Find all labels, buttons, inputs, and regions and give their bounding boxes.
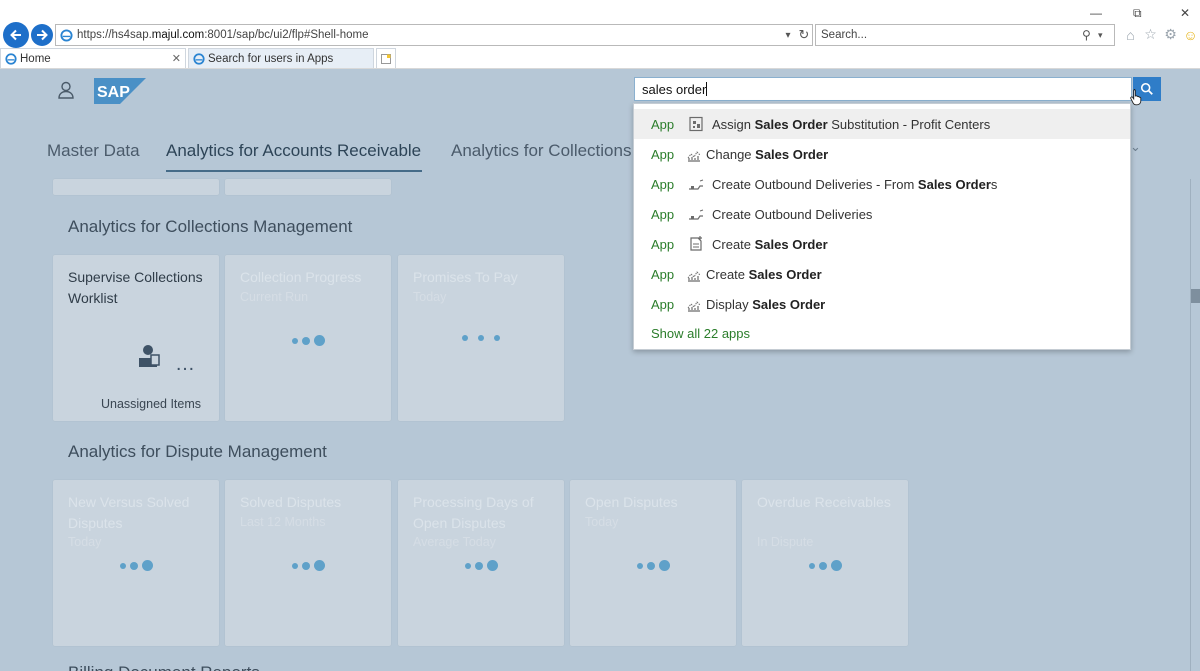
suggestion-item[interactable]: App Create Sales Order bbox=[634, 229, 1130, 259]
tile-processing-days[interactable]: Processing Days of Open Disputes Average… bbox=[398, 480, 564, 646]
tile-overdue-receivables[interactable]: Overdue Receivables In Dispute bbox=[742, 480, 908, 646]
browser-chrome: — ⧉ ✕ https://hs4sap.majul.com:8001/sap/… bbox=[0, 0, 1200, 69]
scrollbar-thumb[interactable] bbox=[1191, 289, 1200, 303]
tile-promises-to-pay[interactable]: Promises To Pay Today bbox=[398, 255, 564, 421]
section-title: Billing Document Reports bbox=[68, 663, 260, 671]
chart-icon bbox=[682, 296, 706, 312]
suggestion-item[interactable]: App Create Outbound Deliveries - From Sa… bbox=[634, 169, 1130, 199]
delivery-icon bbox=[682, 176, 710, 192]
anchor-selection-underline bbox=[166, 170, 422, 172]
chevron-down-icon[interactable]: ▾ bbox=[1098, 30, 1114, 41]
hand-cursor-icon bbox=[1130, 89, 1142, 106]
refresh-icon[interactable]: ↻ bbox=[796, 27, 812, 43]
delivery-icon bbox=[682, 206, 710, 222]
busy-indicator bbox=[398, 560, 564, 571]
more-icon: … bbox=[175, 353, 196, 375]
ie-page-icon bbox=[60, 28, 73, 42]
busy-indicator bbox=[570, 560, 736, 571]
ie-page-icon bbox=[193, 52, 205, 65]
section-title: Analytics for Dispute Management bbox=[68, 442, 327, 461]
substitution-icon bbox=[682, 116, 710, 132]
tile-new-vs-solved-disputes[interactable]: New Versus Solved Disputes Today bbox=[53, 480, 219, 646]
chart-icon bbox=[682, 266, 706, 282]
busy-indicator bbox=[398, 335, 564, 341]
new-tab-icon bbox=[381, 53, 391, 64]
toolbar-icons: ⌂ ☆ ⚙ ☺ bbox=[1122, 26, 1199, 43]
forward-button[interactable] bbox=[31, 24, 53, 46]
user-icon[interactable] bbox=[57, 81, 75, 99]
tile-collection-progress[interactable]: Collection Progress Current Run bbox=[225, 255, 391, 421]
address-url: https://hs4sap.majul.com:8001/sap/bc/ui2… bbox=[77, 29, 369, 41]
arrow-left-icon bbox=[10, 29, 21, 41]
busy-indicator bbox=[225, 560, 391, 571]
new-tab-button[interactable] bbox=[376, 48, 396, 68]
show-all-apps-link[interactable]: Show all 22 apps bbox=[651, 326, 750, 341]
tile-open-disputes[interactable]: Open Disputes Today bbox=[570, 480, 736, 646]
worklist-icon bbox=[139, 345, 160, 367]
busy-indicator bbox=[53, 560, 219, 571]
browser-search-input[interactable]: Search... ⚲ ▾ bbox=[815, 24, 1115, 46]
star-icon[interactable]: ☆ bbox=[1142, 26, 1159, 43]
chart-icon bbox=[682, 146, 706, 162]
address-bar[interactable]: https://hs4sap.majul.com:8001/sap/bc/ui2… bbox=[55, 24, 813, 46]
suggestion-item[interactable]: App Create Outbound Deliveries bbox=[634, 199, 1130, 229]
page-scrollbar[interactable] bbox=[1190, 179, 1200, 671]
chevron-down-icon[interactable]: ▾ bbox=[780, 30, 796, 41]
search-input[interactable]: sales order bbox=[634, 77, 1132, 101]
anchor-item-accounts-receivable[interactable]: Analytics for Accounts Receivable bbox=[166, 141, 421, 161]
tab-search-users[interactable]: Search for users in Apps bbox=[188, 48, 374, 68]
close-tab-icon[interactable]: ✕ bbox=[172, 52, 181, 65]
tile-partial[interactable] bbox=[53, 179, 219, 195]
busy-indicator bbox=[742, 560, 908, 571]
text-caret bbox=[706, 82, 708, 96]
suggestion-item[interactable]: App Create Sales Order bbox=[634, 259, 1130, 289]
search-suggestion-list: App Assign Sales Order Substitution - Pr… bbox=[633, 103, 1131, 350]
tile-solved-disputes[interactable]: Solved Disputes Last 12 Months bbox=[225, 480, 391, 646]
create-document-icon bbox=[682, 236, 710, 252]
restore-icon[interactable]: ⧉ bbox=[1133, 6, 1142, 21]
smiley-icon[interactable]: ☺ bbox=[1182, 26, 1199, 43]
arrow-right-icon bbox=[37, 29, 48, 41]
anchor-item-collections[interactable]: Analytics for Collections bbox=[451, 141, 631, 161]
chevron-down-icon[interactable]: ⌄ bbox=[1130, 139, 1141, 155]
busy-indicator bbox=[225, 335, 391, 346]
tile-partial[interactable] bbox=[225, 179, 391, 195]
gear-icon[interactable]: ⚙ bbox=[1162, 26, 1179, 43]
suggestion-item[interactable]: App Display Sales Order bbox=[634, 289, 1130, 319]
tab-strip: Home ✕ Search for users in Apps bbox=[0, 48, 396, 69]
minimize-icon[interactable]: — bbox=[1090, 6, 1102, 20]
magnifier-icon[interactable]: ⚲ bbox=[1082, 28, 1098, 42]
svg-text:SAP: SAP bbox=[97, 84, 130, 101]
sap-logo[interactable]: SAP bbox=[94, 78, 146, 104]
back-button[interactable] bbox=[3, 22, 29, 48]
section-title: Analytics for Collections Management bbox=[68, 217, 353, 236]
anchor-item-master-data[interactable]: Master Data bbox=[47, 141, 140, 161]
tile-supervise-collections[interactable]: Supervise Collections Worklist … Unassig… bbox=[53, 255, 219, 421]
home-icon[interactable]: ⌂ bbox=[1122, 26, 1139, 43]
ie-page-icon bbox=[5, 52, 17, 65]
suggestion-item[interactable]: App Assign Sales Order Substitution - Pr… bbox=[634, 109, 1130, 139]
suggestion-item[interactable]: App Change Sales Order bbox=[634, 139, 1130, 169]
tab-home[interactable]: Home ✕ bbox=[0, 48, 186, 68]
close-window-icon[interactable]: ✕ bbox=[1180, 6, 1190, 20]
